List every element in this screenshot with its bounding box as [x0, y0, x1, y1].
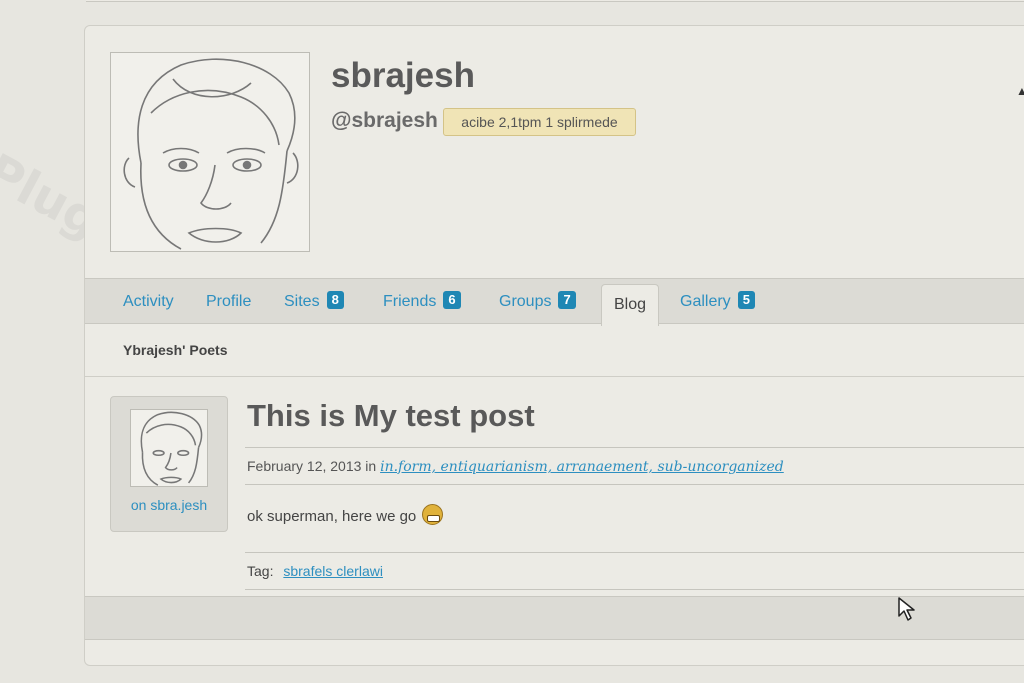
tab-blog[interactable]: Blog [601, 284, 660, 326]
tab-activity[interactable]: Activity [123, 279, 174, 325]
tab-label: Sites [284, 293, 320, 310]
count-badge: 8 [326, 291, 344, 309]
in-label: in [365, 458, 377, 474]
user-handle: @sbrajesh [331, 109, 438, 132]
author-avatar[interactable] [130, 409, 208, 487]
grimace-emoji-icon [422, 504, 444, 525]
count-badge: 7 [558, 291, 576, 309]
tags-label: Tag: [247, 563, 274, 579]
arrow-icon: ▲ [1016, 84, 1024, 98]
post-body-text: ok superman, here we go [247, 508, 417, 525]
profile-card: sbrajesh @sbrajesh acibe 2,1tpm 1 splirm… [84, 25, 1024, 666]
post-categories[interactable]: in.form, entiquarianism, arranaement, su… [380, 459, 784, 475]
footer-band [85, 596, 1024, 640]
post-tags: Tag: sbrafels clerlawi [247, 563, 383, 579]
tab-profile[interactable]: Profile [206, 279, 251, 325]
avatar[interactable] [110, 52, 310, 252]
divider [245, 552, 1024, 553]
count-badge: 5 [737, 291, 755, 309]
tab-label: Gallery [680, 293, 731, 310]
post-content: ok superman, here we go [247, 504, 444, 525]
count-badge: 6 [443, 291, 461, 309]
tab-label: Groups [499, 293, 552, 310]
tab-label: Profile [206, 293, 252, 310]
tab-label: Blog [614, 296, 647, 313]
display-name: sbrajesh [331, 56, 475, 95]
tab-gallery[interactable]: Gallery 5 [680, 279, 755, 325]
author-link[interactable]: on sbra.jesh [111, 497, 227, 513]
post-date: February 12, 2013 [247, 458, 362, 474]
face-sketch-icon [123, 58, 299, 250]
mouse-pointer-icon [898, 597, 915, 621]
tab-friends[interactable]: Friends 6 [383, 279, 461, 325]
tab-label: Friends [383, 293, 437, 310]
tab-sites[interactable]: Sites 8 [284, 279, 344, 325]
post-meta: February 12, 2013 in in.form, entiquaria… [247, 458, 784, 475]
divider [245, 484, 1024, 485]
tab-groups[interactable]: Groups 7 [499, 279, 576, 325]
divider [245, 447, 1024, 448]
post-title[interactable]: This is My test post [247, 398, 535, 434]
activity-badge: acibe 2,1tpm 1 splirmede [443, 108, 636, 136]
subnav: Ybrajesh' Poets [85, 324, 1024, 377]
profile-nav: Activity Profile Sites 8 Friends 6 Groups 7… [85, 278, 1024, 326]
face-sketch-icon [140, 411, 203, 486]
top-panel-edge [86, 0, 1024, 2]
subnav-item[interactable]: Ybrajesh' Poets [123, 342, 227, 358]
divider [245, 589, 1024, 590]
tag-link[interactable]: sbrafels clerlawi [283, 563, 383, 579]
tab-label: Activity [123, 293, 174, 310]
post-author-box: on sbra.jesh [110, 396, 228, 532]
